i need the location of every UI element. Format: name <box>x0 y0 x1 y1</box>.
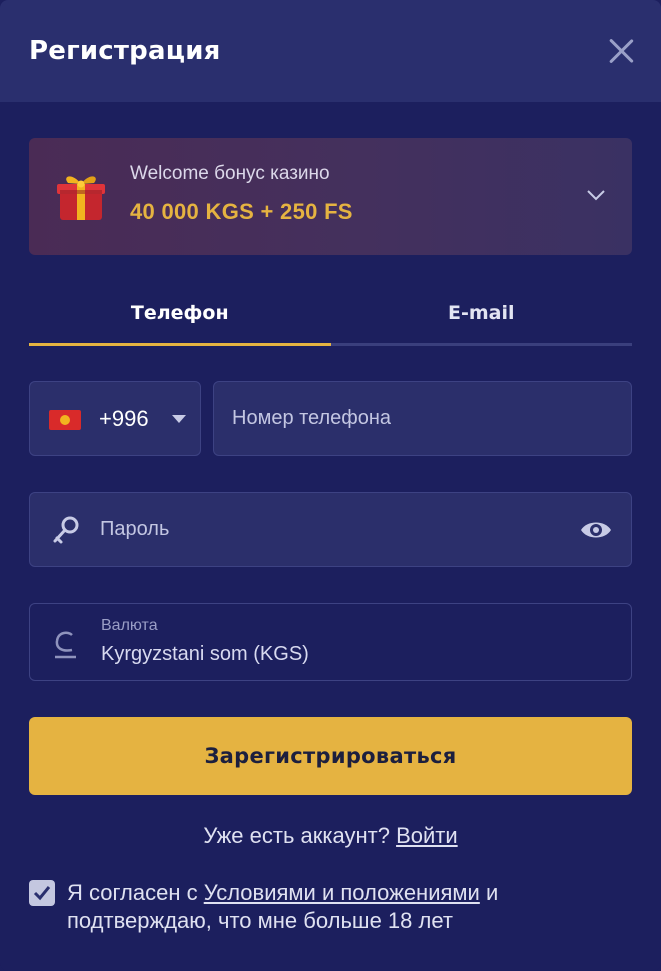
phone-input[interactable] <box>232 382 612 455</box>
registration-modal: Регистрация Welcome бонус казино 40 000 … <box>0 0 661 971</box>
tab-phone[interactable]: Телефон <box>29 290 331 346</box>
currency-value: Kyrgyzstani som (KGS) <box>101 643 309 665</box>
key-icon <box>53 516 79 544</box>
gift-icon <box>57 176 105 220</box>
welcome-bonus-banner[interactable]: Welcome бонус казино 40 000 KGS + 250 FS <box>29 138 632 255</box>
chevron-down-icon[interactable] <box>586 188 606 202</box>
kyrgyzstan-flag-icon <box>49 410 81 430</box>
caret-down-icon <box>172 415 186 423</box>
checkmark-icon <box>33 886 51 901</box>
modal-title: Регистрация <box>29 36 221 66</box>
terms-text: Я согласен с Условиями и положениями и п… <box>67 879 627 935</box>
login-link[interactable]: Войти <box>396 823 458 848</box>
tab-email[interactable]: E-mail <box>330 290 632 346</box>
bonus-amount: 40 000 KGS + 250 FS <box>130 199 353 224</box>
signup-method-tabs: Телефон E-mail <box>29 290 632 346</box>
password-field <box>29 492 632 567</box>
terms-link[interactable]: Условиями и положениями <box>204 880 480 905</box>
currency-icon <box>55 631 76 659</box>
eye-icon[interactable] <box>579 517 613 543</box>
currency-label: Валюта <box>101 617 158 634</box>
register-button[interactable]: Зарегистрироваться <box>29 717 632 795</box>
bonus-label: Welcome бонус казино <box>130 163 330 184</box>
phone-field <box>213 381 632 456</box>
login-prompt-text: Уже есть аккаунт? <box>203 823 390 848</box>
login-prompt: Уже есть аккаунт? Войти <box>0 823 661 849</box>
close-icon[interactable] <box>607 37 635 65</box>
password-input[interactable] <box>100 493 560 566</box>
country-code-select[interactable]: +996 <box>29 381 201 456</box>
terms-checkbox[interactable] <box>29 880 55 906</box>
terms-prefix: Я согласен с <box>67 880 198 905</box>
modal-header: Регистрация <box>0 0 661 102</box>
country-code: +996 <box>99 406 149 431</box>
currency-select[interactable]: Валюта Kyrgyzstani som (KGS) <box>29 603 632 681</box>
